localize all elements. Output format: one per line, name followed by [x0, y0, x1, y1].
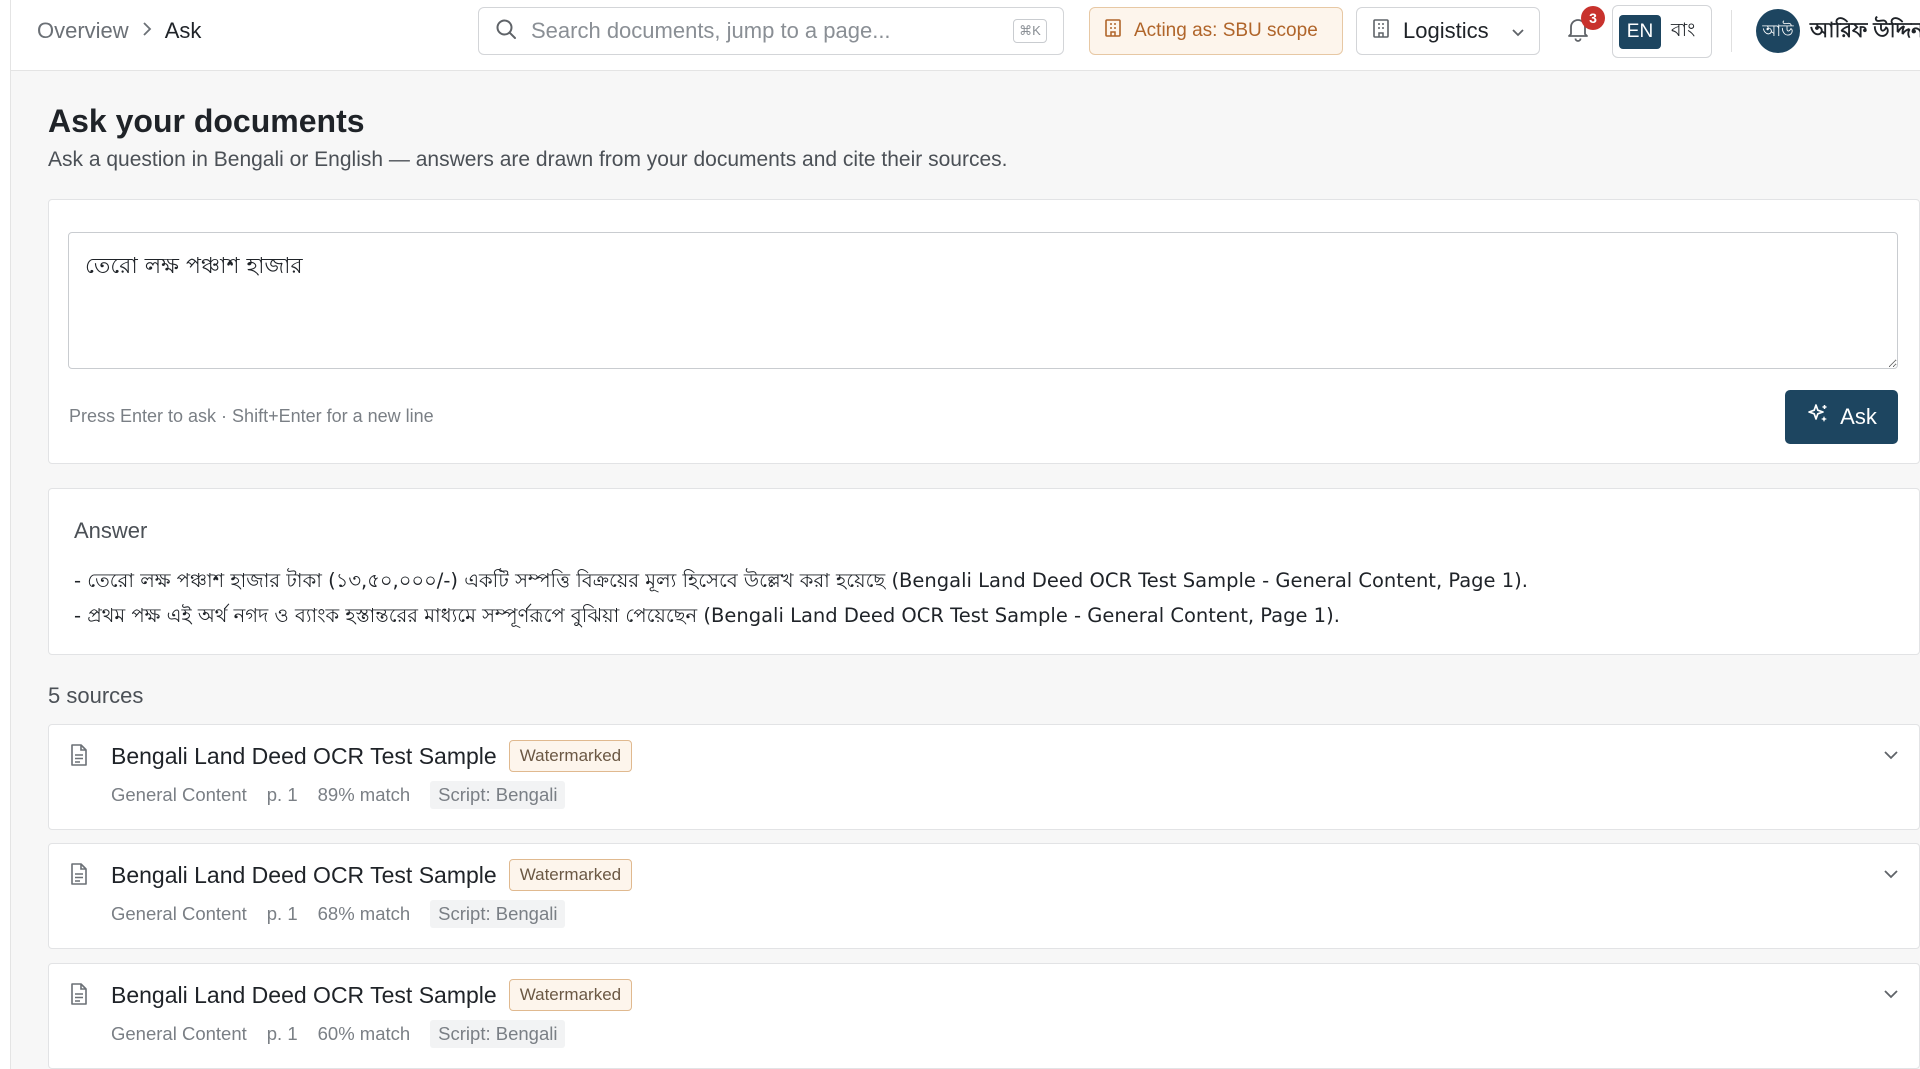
source-category: General Content — [111, 1023, 247, 1044]
source-title: Bengali Land Deed OCR Test Sample — [111, 981, 497, 1008]
source-title-row: Bengali Land Deed OCR Test Sample Waterm… — [111, 858, 633, 892]
source-script: Script: Bengali — [430, 781, 566, 809]
building-icon — [1104, 18, 1122, 44]
source-meta: General Content p. 1 68% match Script: B… — [111, 899, 566, 929]
source-title-row: Bengali Land Deed OCR Test Sample Waterm… — [111, 739, 633, 773]
notifications-button[interactable]: 3 — [1561, 6, 1605, 48]
answer-line: - প্রথম পক্ষ এই অর্থ নগদ ও ব্যাংক হস্তান… — [74, 604, 1340, 627]
source-page: p. 1 — [266, 784, 298, 805]
source-item[interactable]: Bengali Land Deed OCR Test Sample Waterm… — [48, 963, 1920, 1069]
breadcrumb-current: Ask — [164, 18, 202, 43]
source-category: General Content — [111, 903, 247, 924]
ask-button-label: Ask — [1840, 404, 1877, 429]
top-bar: Overview Ask ⌘K Acting as: SBU scope Log… — [11, 0, 1920, 71]
source-title: Bengali Land Deed OCR Test Sample — [111, 742, 497, 769]
scope-indicator[interactable]: Acting as: SBU scope — [1089, 7, 1343, 55]
source-title: Bengali Land Deed OCR Test Sample — [111, 861, 497, 888]
document-icon — [69, 982, 89, 1011]
watermarked-badge: Watermarked — [508, 979, 633, 1011]
language-bn-button[interactable]: বাং — [1671, 16, 1695, 48]
source-match: 89% match — [317, 784, 411, 805]
source-match: 60% match — [317, 1023, 411, 1044]
chevron-right-icon — [141, 21, 153, 42]
user-menu[interactable]: আউ আরিফ উদ্দিন — [1756, 9, 1920, 53]
chevron-down-icon — [1511, 18, 1525, 44]
source-meta: General Content p. 1 89% match Script: B… — [111, 780, 566, 810]
page-subtitle: Ask a question in Bengali or English — a… — [48, 148, 1008, 171]
breadcrumb-overview[interactable]: Overview — [37, 18, 129, 44]
org-selector[interactable]: Logistics — [1356, 7, 1540, 55]
chevron-down-icon[interactable] — [1883, 986, 1899, 1004]
answer-line: - তেরো লক্ষ পঞ্চাশ হাজার টাকা (১৩,৫০,০০০… — [74, 569, 1528, 592]
search-box[interactable]: ⌘K — [478, 7, 1064, 55]
answer-label: Answer — [74, 518, 148, 543]
document-icon — [69, 743, 89, 772]
question-input[interactable]: তেরো লক্ষ পঞ্চাশ হাজার — [68, 232, 1898, 369]
language-en-button[interactable]: EN — [1619, 14, 1661, 49]
watermarked-badge: Watermarked — [508, 740, 633, 772]
source-page: p. 1 — [266, 903, 298, 924]
breadcrumb: Overview Ask — [37, 0, 201, 62]
source-script: Script: Bengali — [430, 1020, 566, 1048]
sources-count: 5 sources — [48, 683, 144, 708]
ask-card: তেরো লক্ষ পঞ্চাশ হাজার Press Enter to as… — [48, 199, 1920, 464]
source-meta: General Content p. 1 60% match Script: B… — [111, 1019, 566, 1049]
answer-body: - তেরো লক্ষ পঞ্চাশ হাজার টাকা (১৩,৫০,০০০… — [74, 563, 1904, 633]
search-shortcut-hint: ⌘K — [1013, 19, 1047, 43]
notification-count-badge: 3 — [1581, 6, 1605, 30]
answer-card: Answer - তেরো লক্ষ পঞ্চাশ হাজার টাকা (১৩… — [48, 488, 1920, 655]
source-page: p. 1 — [266, 1023, 298, 1044]
document-icon — [69, 862, 89, 891]
divider — [1731, 10, 1732, 52]
source-item[interactable]: Bengali Land Deed OCR Test Sample Waterm… — [48, 843, 1920, 949]
ask-button[interactable]: Ask — [1785, 390, 1898, 444]
user-name: আরিফ উদ্দিন — [1810, 18, 1920, 42]
source-category: General Content — [111, 784, 247, 805]
source-match: 68% match — [317, 903, 411, 924]
language-toggle: EN বাং — [1612, 5, 1712, 58]
source-item[interactable]: Bengali Land Deed OCR Test Sample Waterm… — [48, 724, 1920, 830]
keyboard-hint: Press Enter to ask · Shift+Enter for a n… — [69, 406, 434, 426]
chevron-down-icon[interactable] — [1883, 747, 1899, 765]
left-rail — [0, 0, 11, 1069]
avatar: আউ — [1756, 9, 1800, 53]
source-script: Script: Bengali — [430, 900, 566, 928]
search-input[interactable] — [531, 11, 1013, 51]
scope-label: Acting as: SBU scope — [1134, 20, 1318, 41]
org-label: Logistics — [1403, 18, 1489, 43]
watermarked-badge: Watermarked — [508, 859, 633, 891]
search-icon — [495, 18, 517, 45]
sparkle-icon — [1806, 402, 1830, 432]
chevron-down-icon[interactable] — [1883, 866, 1899, 884]
building-icon — [1371, 17, 1391, 45]
source-title-row: Bengali Land Deed OCR Test Sample Waterm… — [111, 978, 633, 1012]
page-title: Ask your documents — [48, 103, 365, 139]
